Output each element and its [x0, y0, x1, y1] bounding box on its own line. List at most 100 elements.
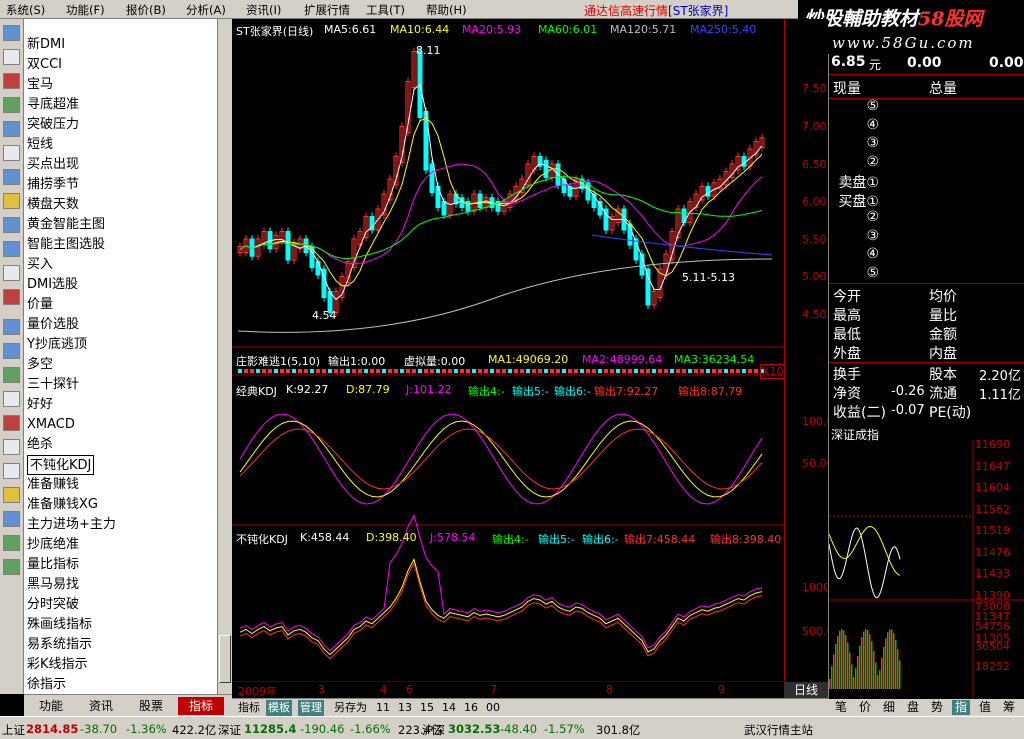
quote-tab[interactable]: 势 — [928, 700, 946, 715]
indicator-scrollbar[interactable] — [218, 19, 232, 694]
indicator-item[interactable]: 短线 — [27, 135, 53, 155]
indicator-item[interactable]: 易系统指示 — [27, 635, 92, 655]
quote-tab[interactable]: 盘 — [904, 700, 922, 715]
pencil-icon[interactable] — [3, 487, 20, 503]
indicator-item[interactable]: 寻底超准 — [27, 95, 79, 115]
tab-13[interactable]: 13 — [398, 700, 412, 716]
indicator-item[interactable]: 双CCI — [27, 55, 62, 75]
indicator-item[interactable]: 横盘天数 — [27, 195, 79, 215]
calc-icon[interactable] — [3, 391, 20, 407]
volume-bar — [394, 369, 398, 373]
server-name[interactable]: 武汉行情主站 — [744, 722, 813, 738]
menu-analysis[interactable]: 分析(A) — [186, 2, 226, 18]
tab-save-as[interactable]: 另存为 — [334, 700, 367, 716]
volume-bar — [568, 369, 572, 373]
report-icon[interactable] — [3, 121, 20, 137]
rsi-icon[interactable] — [3, 343, 20, 359]
tab-15[interactable]: 15 — [420, 700, 434, 716]
tab-14[interactable]: 14 — [442, 700, 456, 716]
indicator-item[interactable]: 彩K线指示 — [27, 655, 88, 675]
tab-function[interactable]: 功能 — [28, 697, 74, 715]
indicator-item[interactable]: 徐指示 — [27, 675, 66, 694]
indicator-item[interactable]: 准备赚钱 — [27, 475, 79, 495]
indicator-item[interactable]: 好好 — [27, 395, 53, 415]
menu-system[interactable]: 系统(S) — [6, 2, 45, 18]
quote-tab[interactable]: 值 — [976, 700, 994, 715]
info-icon[interactable] — [3, 169, 20, 185]
kdj2-o7: 输出7:458.44 — [624, 533, 696, 546]
grid-icon[interactable] — [3, 49, 20, 65]
indicator-item[interactable]: 多空 — [27, 355, 53, 375]
quote-tab[interactable]: 指 — [952, 700, 970, 715]
menu-function[interactable]: 功能(F) — [66, 2, 105, 18]
indicator-item[interactable]: 绝杀 — [27, 435, 53, 455]
indicator-item[interactable]: 主力进场+主力 — [27, 515, 116, 535]
chart-icon[interactable] — [3, 319, 20, 335]
move-icon[interactable] — [3, 511, 20, 527]
tab-template[interactable]: 模板 — [266, 700, 292, 716]
wrench-icon[interactable] — [3, 439, 20, 455]
arrow-up-icon[interactable] — [3, 535, 20, 551]
menu-tools[interactable]: 工具(T) — [366, 2, 405, 18]
quote-tab[interactable]: 筹 — [1000, 700, 1018, 715]
indicator-item[interactable]: 不钝化KDJ — [27, 455, 95, 475]
indicator-item[interactable]: 捕捞季节 — [27, 175, 79, 195]
quote-tab[interactable]: 笔 — [832, 700, 850, 715]
tab-manage[interactable]: 管理 — [298, 700, 324, 716]
indicator-item[interactable]: 智能主图选股 — [27, 235, 105, 255]
kline-chart-area[interactable]: ST张家界(日线) MA5:6.61 MA10:6.44 MA20:5.93 M… — [232, 19, 786, 682]
index-mini-chart[interactable]: 深证成指 11690 11647 11604 11562 11519 11476 11433… — [828, 424, 1024, 699]
indicator-item[interactable]: 价量 — [27, 295, 53, 315]
tab-indicators[interactable]: 指标 — [178, 697, 224, 715]
tab-stocks[interactable]: 股票 — [128, 697, 174, 715]
indicator-item[interactable]: 三十探针 — [27, 375, 79, 395]
quote-tab[interactable]: 价 — [856, 700, 874, 715]
exit-icon[interactable] — [3, 463, 20, 479]
table-icon[interactable] — [3, 25, 20, 41]
indicator-item[interactable]: 黄金智能主图 — [27, 215, 105, 235]
indicator-item[interactable]: 宝马 — [27, 75, 53, 95]
scroll-thumb[interactable] — [219, 635, 231, 683]
menu-news[interactable]: 资讯(I) — [246, 2, 281, 18]
indicator-item[interactable]: 新DMI — [27, 35, 65, 55]
kdj1-j-line — [239, 413, 763, 505]
menu-ext-quote[interactable]: 扩展行情 — [304, 2, 350, 18]
indicator-item[interactable]: 殊画线指标 — [27, 615, 92, 635]
line-chart-icon[interactable] — [3, 73, 20, 89]
tab-news[interactable]: 资讯 — [78, 697, 124, 715]
tab-16[interactable]: 16 — [464, 700, 478, 716]
tab-00[interactable]: 00 — [486, 700, 500, 716]
indicator-item[interactable]: 买点出现 — [27, 155, 79, 175]
dollar-icon[interactable] — [3, 415, 20, 431]
indicator-item[interactable]: Y抄底逃顶 — [27, 335, 87, 355]
indicator-item[interactable]: 量比指标 — [27, 555, 79, 575]
news-icon[interactable] — [3, 145, 20, 161]
indicator-item[interactable]: 分时突破 — [27, 595, 79, 615]
users-icon[interactable] — [3, 217, 20, 233]
indicator-item[interactable]: 买入 — [27, 255, 53, 275]
indicator-item[interactable]: DMI选股 — [27, 275, 78, 295]
index-vol-bar — [895, 639, 897, 689]
mail-icon[interactable] — [3, 193, 20, 209]
indicator-item[interactable]: 准备赚钱XG — [27, 495, 98, 515]
hs-change: -48.40 — [500, 722, 538, 736]
f10-icon[interactable] — [3, 241, 20, 257]
menu-help[interactable]: 帮助(H) — [426, 2, 467, 18]
window-icon[interactable] — [3, 265, 20, 281]
period-selector[interactable]: 日线 — [784, 682, 828, 698]
indicator-item[interactable]: 黑马易找 — [27, 575, 79, 595]
indicator-item[interactable]: 抄底绝准 — [27, 535, 79, 555]
kline-icon[interactable] — [3, 97, 20, 113]
menu-quote[interactable]: 报价(B) — [126, 2, 166, 18]
tab-indicator[interactable]: 指标 — [238, 700, 260, 716]
indicator-item[interactable]: XMACD — [27, 415, 75, 435]
quote-tab[interactable]: 细 — [880, 700, 898, 715]
indicator-item[interactable]: 突破压力 — [27, 115, 79, 135]
tab-11[interactable]: 11 — [376, 700, 390, 716]
order-level: ⑤ — [866, 98, 879, 114]
bf-icon[interactable] — [3, 289, 20, 305]
indicator-item[interactable]: 量价选股 — [27, 315, 79, 335]
volume-bar — [658, 369, 662, 373]
arrow-down-icon[interactable] — [3, 559, 20, 575]
pic-icon[interactable] — [3, 367, 20, 383]
